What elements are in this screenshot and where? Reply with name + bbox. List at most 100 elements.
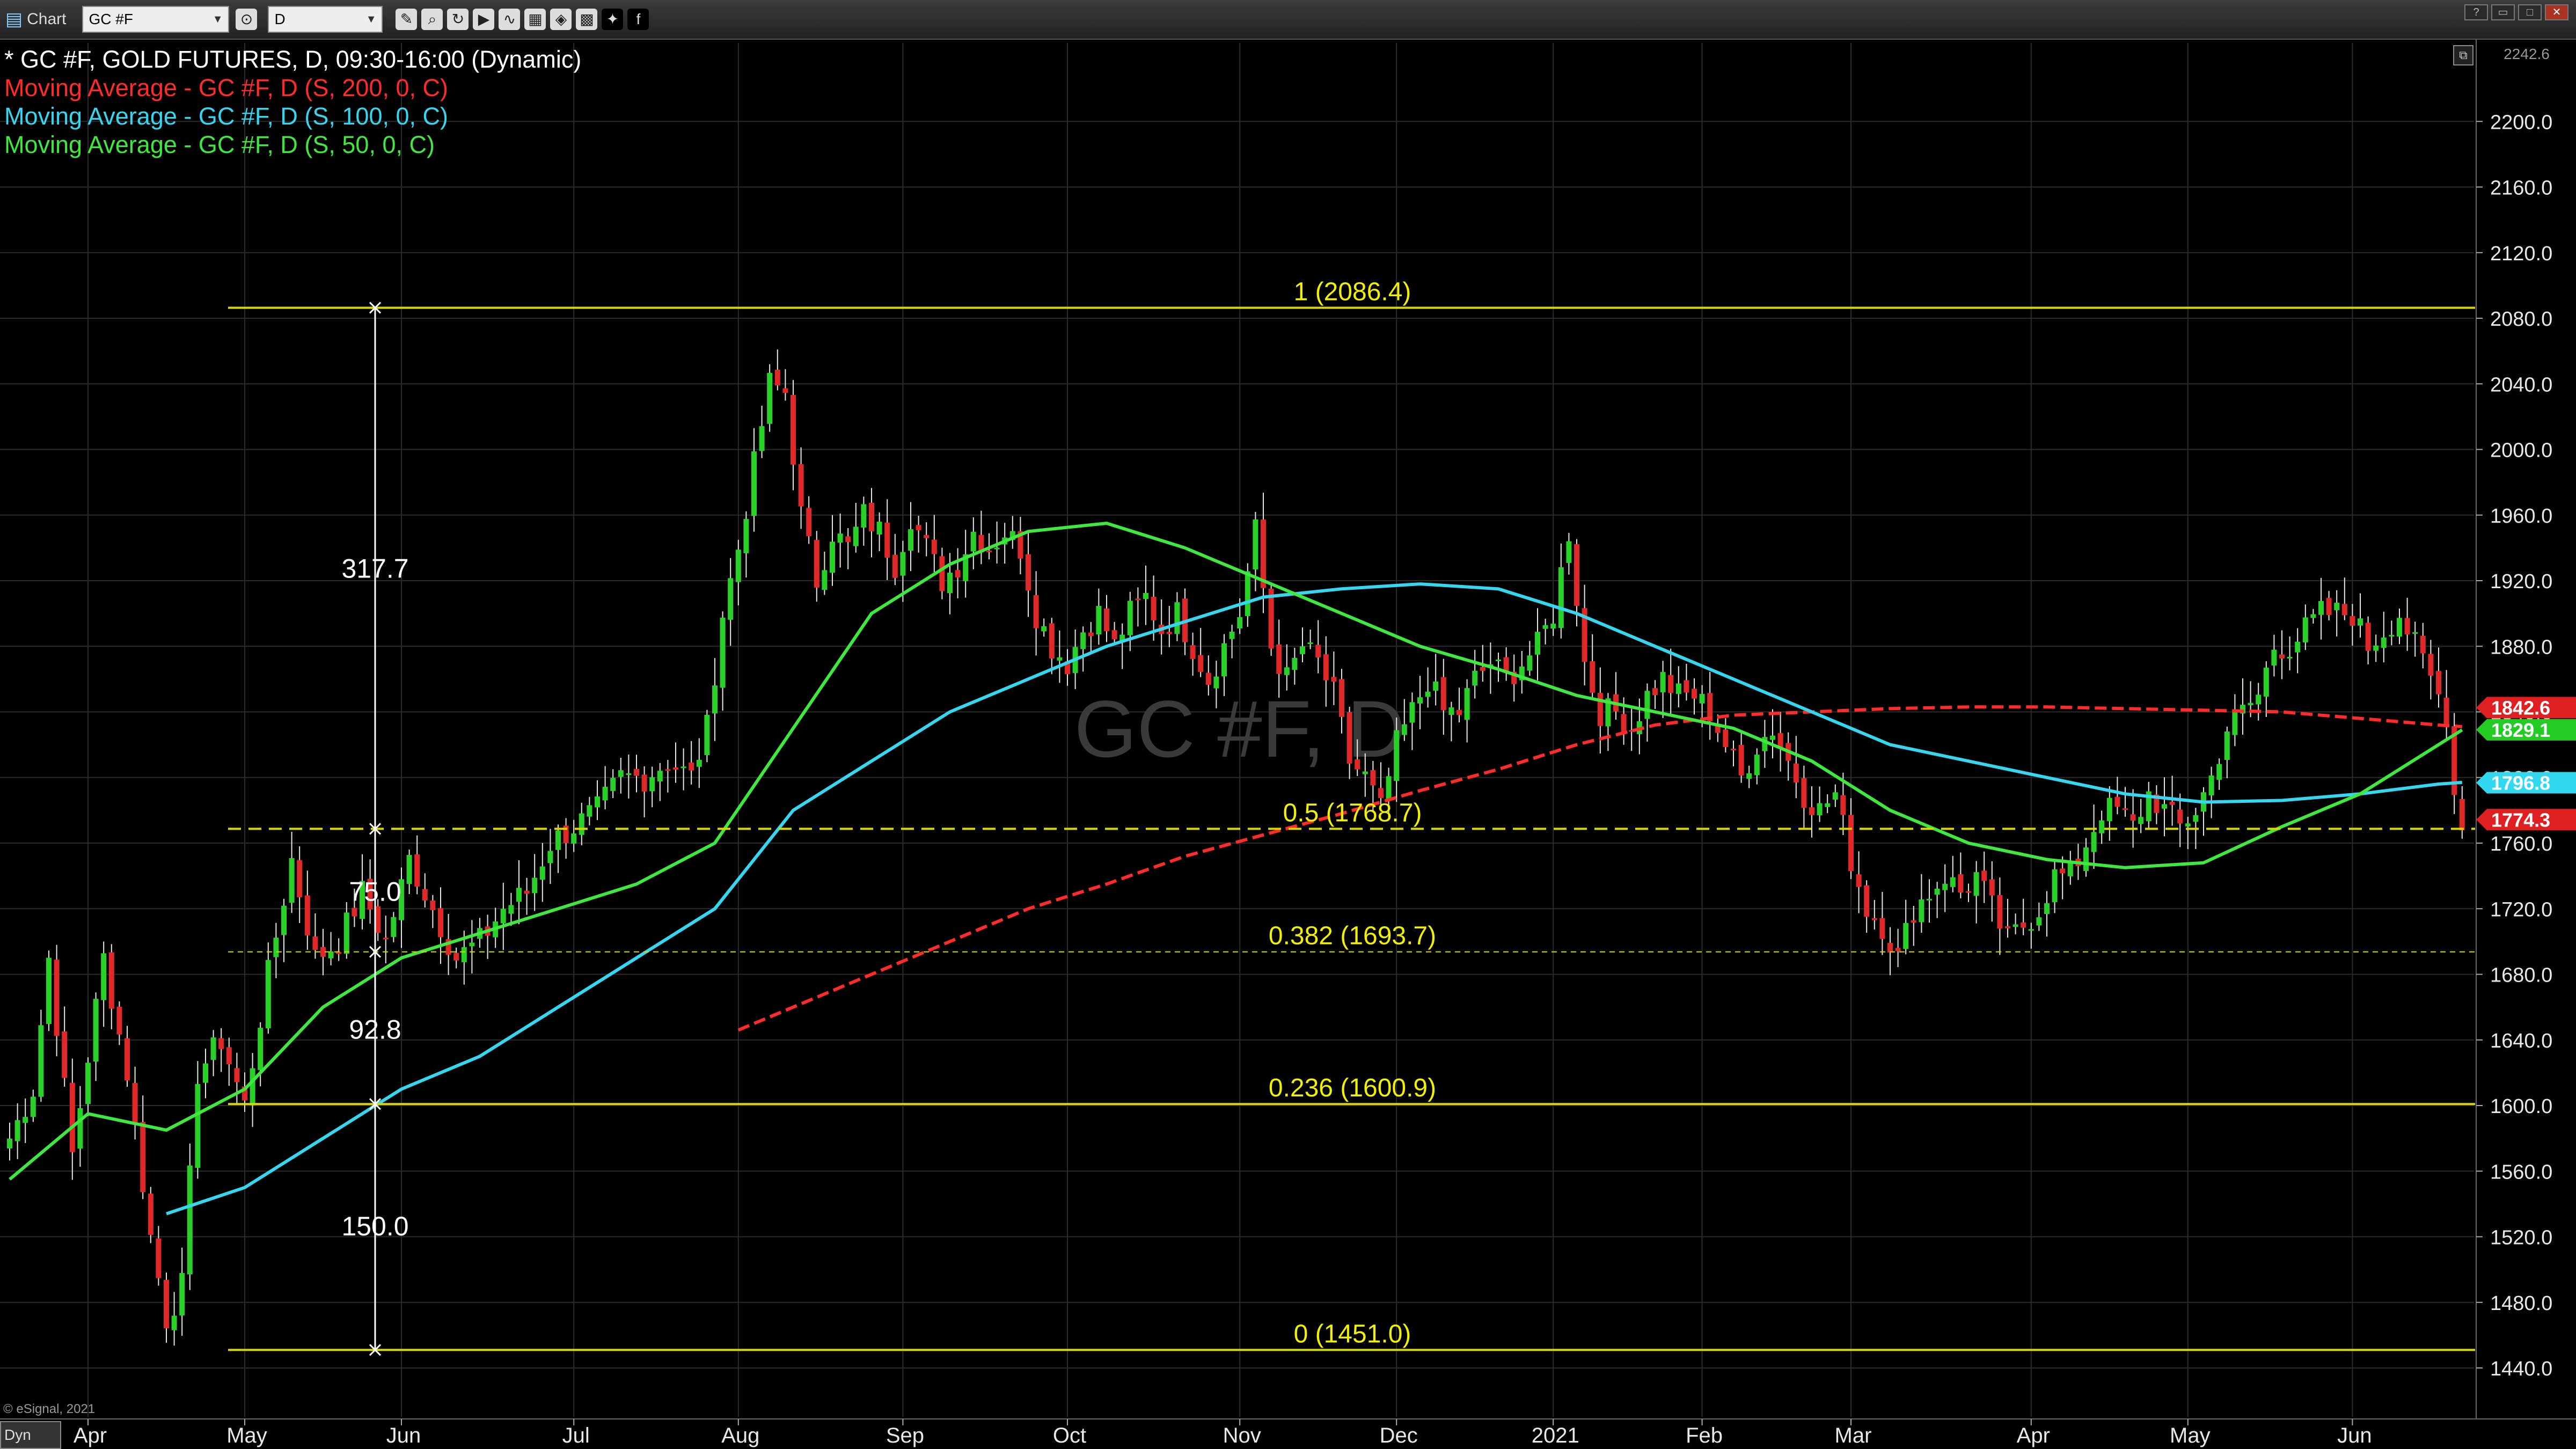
price-tick-label: 1880.0 bbox=[2490, 636, 2552, 658]
candle-body bbox=[1919, 899, 1924, 923]
candle-body bbox=[2036, 917, 2042, 926]
candle-body bbox=[226, 1047, 232, 1064]
chart-settings-icon[interactable]: ⧉ bbox=[2453, 45, 2473, 65]
candle-body bbox=[1355, 759, 1360, 770]
price-tag-label: 1842.6 bbox=[2491, 697, 2550, 719]
help-button[interactable]: ? bbox=[2464, 4, 2488, 20]
candle-body bbox=[1895, 948, 1901, 952]
refresh-icon[interactable]: ↻ bbox=[447, 9, 469, 30]
maximize-button[interactable]: □ bbox=[2518, 4, 2542, 20]
candle-body bbox=[1096, 606, 1102, 635]
candle-body bbox=[1817, 803, 1823, 816]
candle-body bbox=[2162, 804, 2167, 809]
chevron-down-icon[interactable]: ▼ bbox=[213, 13, 223, 26]
price-tick-label: 1680.0 bbox=[2490, 964, 2552, 987]
candle-body bbox=[861, 504, 867, 528]
measure-label: 75.0 bbox=[349, 877, 401, 907]
legend-ma50[interactable]: Moving Average - GC #F, D (S, 50, 0, C) bbox=[4, 130, 581, 159]
candle-body bbox=[1190, 645, 1196, 659]
candle-body bbox=[2044, 903, 2050, 914]
candle-body bbox=[1848, 815, 1854, 872]
symbol-input[interactable]: GC #F ▼ bbox=[82, 6, 230, 33]
candle-body bbox=[1871, 918, 1877, 920]
link-icon[interactable]: ⊙ bbox=[236, 9, 258, 30]
candle-body bbox=[947, 573, 953, 594]
close-button[interactable]: ✕ bbox=[2545, 4, 2568, 20]
candle-body bbox=[830, 541, 835, 573]
candle-body bbox=[258, 1028, 264, 1070]
layout-icon[interactable]: ▦ bbox=[524, 9, 546, 30]
candle-body bbox=[1307, 642, 1313, 645]
candle-body bbox=[2005, 926, 2010, 928]
candle-body bbox=[1911, 920, 1916, 923]
candle-body bbox=[2012, 924, 2018, 927]
legend-ma100[interactable]: Moving Average - GC #F, D (S, 100, 0, C) bbox=[4, 102, 581, 130]
play-icon[interactable]: ▶ bbox=[473, 9, 495, 30]
candle-body bbox=[539, 866, 545, 880]
legend-ma200[interactable]: Moving Average - GC #F, D (S, 200, 0, C) bbox=[4, 74, 581, 102]
candle-body bbox=[2106, 797, 2112, 822]
candle-body bbox=[1276, 644, 1282, 674]
price-tag: 1842.6 bbox=[2476, 697, 2576, 719]
candle-body bbox=[1417, 697, 1423, 704]
candle-body bbox=[2271, 649, 2277, 666]
candle-body bbox=[547, 851, 553, 863]
pencil-icon[interactable]: ✎ bbox=[396, 9, 418, 30]
candle-body bbox=[837, 533, 843, 543]
candle-body bbox=[148, 1194, 153, 1235]
indicator-icon[interactable]: ∿ bbox=[499, 9, 521, 30]
candle-body bbox=[195, 1084, 201, 1168]
candle-body bbox=[1292, 657, 1298, 670]
candle-body bbox=[328, 951, 334, 958]
fib-label: 0.5 (1768.7) bbox=[1283, 799, 1422, 827]
price-tick-label: 1520.0 bbox=[2490, 1227, 2552, 1249]
facebook-icon[interactable]: f bbox=[627, 9, 649, 30]
candle-body bbox=[2326, 598, 2332, 615]
candle-body bbox=[203, 1063, 208, 1083]
fib-label: 0.382 (1693.7) bbox=[1269, 922, 1436, 950]
time-tick-label: Mar bbox=[1835, 1424, 1872, 1447]
minimize-button[interactable]: ▭ bbox=[2491, 4, 2515, 20]
candle-body bbox=[641, 774, 647, 792]
measure-label: 150.0 bbox=[341, 1211, 408, 1241]
candle-body bbox=[1597, 693, 1603, 726]
candle-body bbox=[1205, 672, 1211, 685]
price-tick-label: 1760.0 bbox=[2490, 833, 2552, 855]
candle-body bbox=[1832, 792, 1838, 800]
candle-body bbox=[1378, 788, 1384, 799]
chevron-down-icon[interactable]: ▼ bbox=[366, 13, 377, 26]
candle-body bbox=[1111, 630, 1117, 640]
interval-input[interactable]: D ▼ bbox=[268, 6, 383, 33]
tag-icon[interactable]: ◈ bbox=[550, 9, 572, 30]
candle-body bbox=[1409, 702, 1415, 723]
candle-body bbox=[171, 1315, 177, 1330]
candle-body bbox=[696, 759, 702, 767]
candle-body bbox=[508, 905, 514, 914]
candle-body bbox=[2130, 814, 2136, 821]
candle-body bbox=[1903, 923, 1909, 949]
candle-body bbox=[1989, 879, 1995, 896]
candle-body bbox=[571, 833, 577, 844]
candle-body bbox=[469, 942, 475, 947]
dyn-label[interactable]: Dyn bbox=[0, 1421, 61, 1449]
time-tick-label: Nov bbox=[1223, 1424, 1261, 1447]
candle-body bbox=[2028, 929, 2034, 931]
candle-body bbox=[1777, 733, 1783, 748]
price-tick-label: 2000.0 bbox=[2490, 440, 2552, 462]
candle-body bbox=[970, 531, 976, 552]
grid-icon[interactable]: ▩ bbox=[576, 9, 598, 30]
candle-body bbox=[375, 906, 381, 933]
candle-body bbox=[884, 522, 890, 558]
twitter-icon[interactable]: ✦ bbox=[602, 9, 624, 30]
candle bbox=[767, 364, 773, 432]
zoom-icon[interactable]: ⌕ bbox=[421, 9, 443, 30]
price-tag: 1796.8 bbox=[2476, 772, 2576, 794]
price-chart[interactable]: GC #F, D1 (2086.4)0.5 (1768.7)0.382 (169… bbox=[0, 0, 2576, 1449]
candle-body bbox=[1174, 602, 1180, 634]
candle-body bbox=[1041, 626, 1047, 632]
price-tick-label: 1960.0 bbox=[2490, 505, 2552, 528]
candle-body bbox=[46, 957, 52, 1024]
candle-body bbox=[2099, 820, 2105, 833]
candle-body bbox=[634, 769, 639, 776]
price-axis-top-label: 2242.6 bbox=[2504, 46, 2550, 62]
